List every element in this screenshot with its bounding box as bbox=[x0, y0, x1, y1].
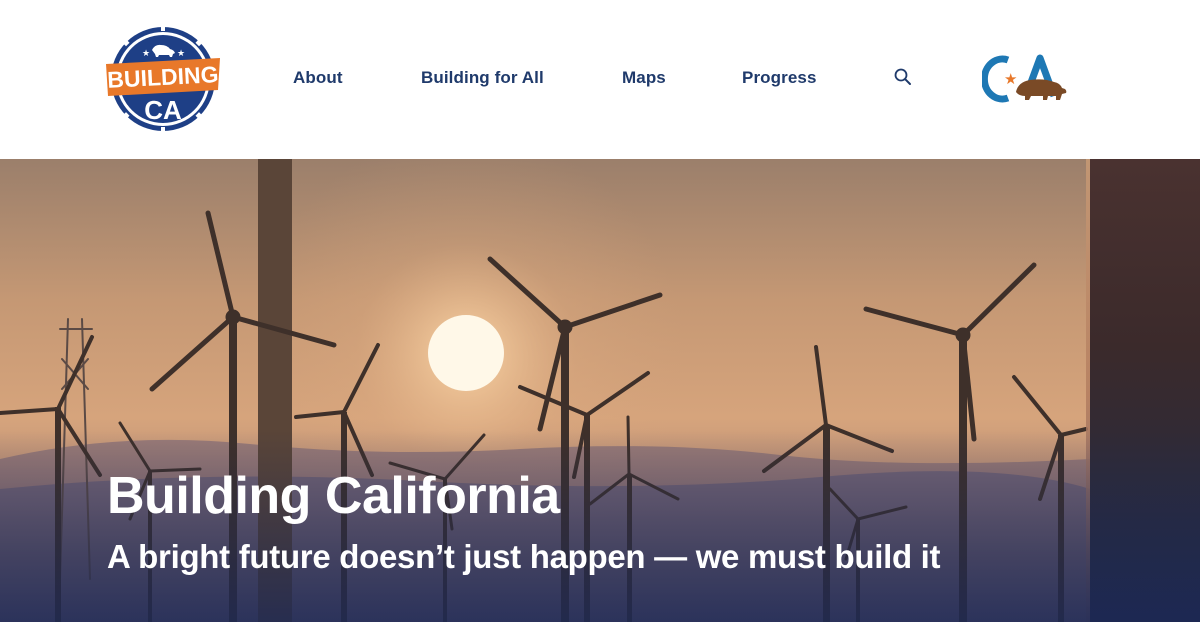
ca-state-bear-logo-icon: ★ bbox=[980, 54, 1067, 103]
nav-building-for-all[interactable]: Building for All bbox=[421, 68, 544, 88]
nav-progress[interactable]: Progress bbox=[742, 68, 817, 88]
nav-about[interactable]: About bbox=[293, 68, 343, 88]
search-button[interactable] bbox=[893, 67, 913, 87]
nav-maps[interactable]: Maps bbox=[622, 68, 666, 88]
logo-line2: CA bbox=[144, 95, 182, 125]
building-ca-logo[interactable]: ★ ★ BUILDING CA bbox=[104, 24, 222, 134]
svg-text:★: ★ bbox=[177, 49, 185, 59]
hero-overlay bbox=[0, 430, 1200, 630]
svg-text:★: ★ bbox=[1004, 70, 1017, 88]
hero-title: Building California bbox=[107, 467, 560, 525]
hero-bottom-border bbox=[0, 622, 1200, 630]
site-header: ★ ★ BUILDING CA About Building for All M… bbox=[0, 0, 1200, 159]
ca-gov-logo[interactable]: ★ bbox=[980, 52, 1074, 106]
search-icon bbox=[894, 68, 911, 85]
hero-banner: Building California A bright future does… bbox=[0, 159, 1200, 630]
hero-subtitle: A bright future doesn’t just happen — we… bbox=[107, 538, 941, 575]
svg-text:★: ★ bbox=[142, 49, 150, 59]
california-bear-badge-icon: ★ ★ BUILDING CA bbox=[106, 25, 220, 133]
